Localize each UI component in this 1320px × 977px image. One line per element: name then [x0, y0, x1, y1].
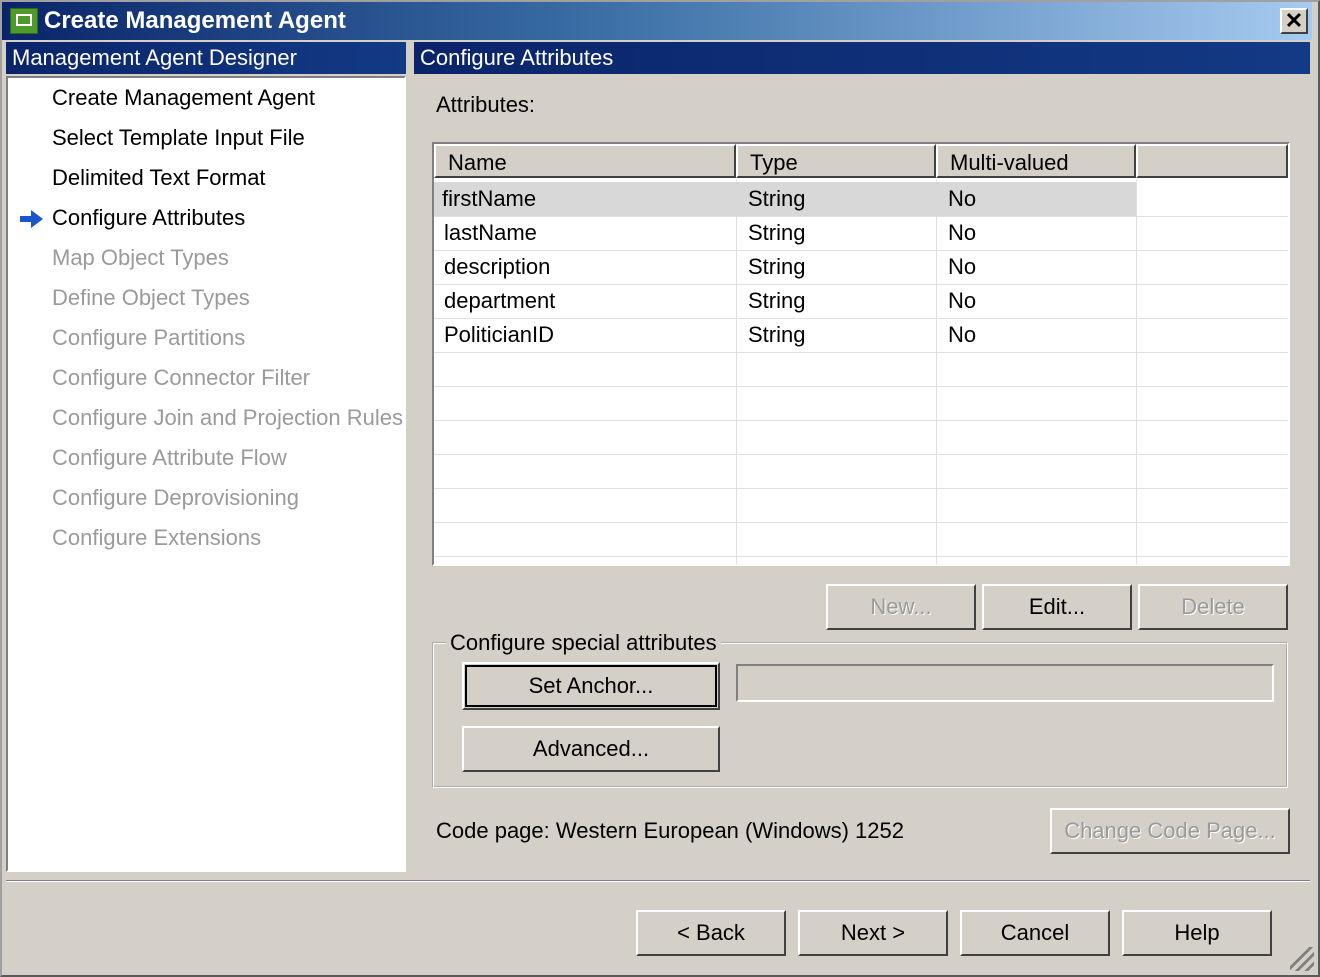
step-configure-connector-filter: Configure Connector Filter [8, 360, 404, 396]
step-label: Select Template Input File [52, 125, 305, 150]
code-page-label: Code page: Western European (Windows) 12… [436, 818, 904, 843]
step-label: Define Object Types [52, 285, 250, 310]
window-title: Create Management Agent [44, 7, 346, 34]
cell-name: firstName [442, 186, 537, 211]
step-configure-partitions: Configure Partitions [8, 320, 404, 356]
cell-type: String [748, 288, 806, 313]
step-configure-join-projection-rules: Configure Join and Projection Rules [8, 400, 404, 436]
anchor-field [736, 664, 1274, 702]
step-label: Configure Attributes [52, 205, 246, 230]
column-header-multi-valued[interactable]: Multi-valued [936, 144, 1136, 178]
step-configure-extensions: Configure Extensions [8, 520, 404, 556]
edit-button[interactable]: Edit... [982, 584, 1132, 630]
app-icon [10, 8, 38, 34]
special-attributes-title: Configure special attributes [446, 630, 721, 656]
cell-name: PoliticianID [444, 322, 555, 347]
cancel-button[interactable]: Cancel [960, 910, 1110, 956]
table-row[interactable]: firstName String No [434, 182, 1288, 217]
step-configure-attributes[interactable]: Configure Attributes [8, 200, 404, 236]
step-map-object-types: Map Object Types [8, 240, 404, 276]
cell-type: String [748, 220, 806, 245]
step-label: Configure Connector Filter [52, 365, 311, 390]
step-configure-deprovisioning: Configure Deprovisioning [8, 480, 404, 516]
title-bar: Create Management Agent ✕ [2, 2, 1312, 40]
set-anchor-button[interactable]: Set Anchor... [462, 662, 720, 710]
close-button[interactable]: ✕ [1280, 8, 1308, 34]
empty-row [434, 386, 1288, 421]
page-title: Configure Attributes [414, 42, 1310, 74]
resize-grip-icon[interactable] [1290, 947, 1314, 971]
step-label: Configure Join and Projection Rules [52, 405, 403, 430]
cell-name: description [444, 254, 551, 279]
cell-type: String [748, 254, 806, 279]
step-label: Configure Extensions [52, 525, 262, 550]
step-label: Map Object Types [52, 245, 229, 270]
empty-row [434, 420, 1288, 455]
help-button[interactable]: Help [1122, 910, 1272, 956]
step-label: Delimited Text Format [52, 165, 266, 190]
delete-button: Delete [1138, 584, 1288, 630]
empty-row [434, 352, 1288, 387]
step-select-template-input-file[interactable]: Select Template Input File [8, 120, 404, 156]
column-header-name[interactable]: Name [434, 144, 736, 178]
step-label: Create Management Agent [52, 85, 315, 110]
cell-multi-valued: No [948, 288, 977, 313]
footer-separator [6, 880, 1310, 882]
cell-multi-valued: No [948, 220, 977, 245]
cell-multi-valued: No [948, 254, 977, 279]
step-label: Configure Deprovisioning [52, 485, 300, 510]
advanced-button[interactable]: Advanced... [462, 726, 720, 772]
step-delimited-text-format[interactable]: Delimited Text Format [8, 160, 404, 196]
table-row[interactable]: PoliticianID String No [434, 318, 1288, 353]
attributes-list[interactable]: Name Type Multi-valued firstName String … [432, 142, 1290, 566]
back-button[interactable]: < Back [636, 910, 786, 956]
attributes-label: Attributes: [436, 92, 536, 117]
empty-row [434, 488, 1288, 523]
step-label: Configure Partitions [52, 325, 246, 350]
cell-multi-valued: No [948, 322, 977, 347]
cell-name: department [444, 288, 556, 313]
step-create-management-agent[interactable]: Create Management Agent [8, 80, 404, 116]
column-header-empty [1136, 144, 1288, 178]
empty-row [434, 522, 1288, 557]
table-row[interactable]: lastName String No [434, 216, 1288, 251]
table-row[interactable]: description String No [434, 250, 1288, 285]
left-panel-header: Management Agent Designer [6, 42, 406, 74]
change-code-page-button: Change Code Page... [1050, 808, 1290, 854]
cell-multi-valued: No [948, 186, 977, 211]
empty-row [434, 454, 1288, 489]
step-label: Configure Attribute Flow [52, 445, 287, 470]
next-button[interactable]: Next > [798, 910, 948, 956]
table-row[interactable]: department String No [434, 284, 1288, 319]
cell-type: String [748, 322, 806, 347]
column-header-type[interactable]: Type [736, 144, 936, 178]
list-header: Name Type Multi-valued [434, 144, 1288, 180]
wizard-steps-panel: Create Management Agent Select Template … [6, 76, 406, 872]
current-step-arrow-icon [20, 210, 44, 228]
new-button: New... [826, 584, 976, 630]
cell-type: String [748, 186, 806, 211]
cell-name: lastName [444, 220, 537, 245]
step-define-object-types: Define Object Types [8, 280, 404, 316]
step-configure-attribute-flow: Configure Attribute Flow [8, 440, 404, 476]
